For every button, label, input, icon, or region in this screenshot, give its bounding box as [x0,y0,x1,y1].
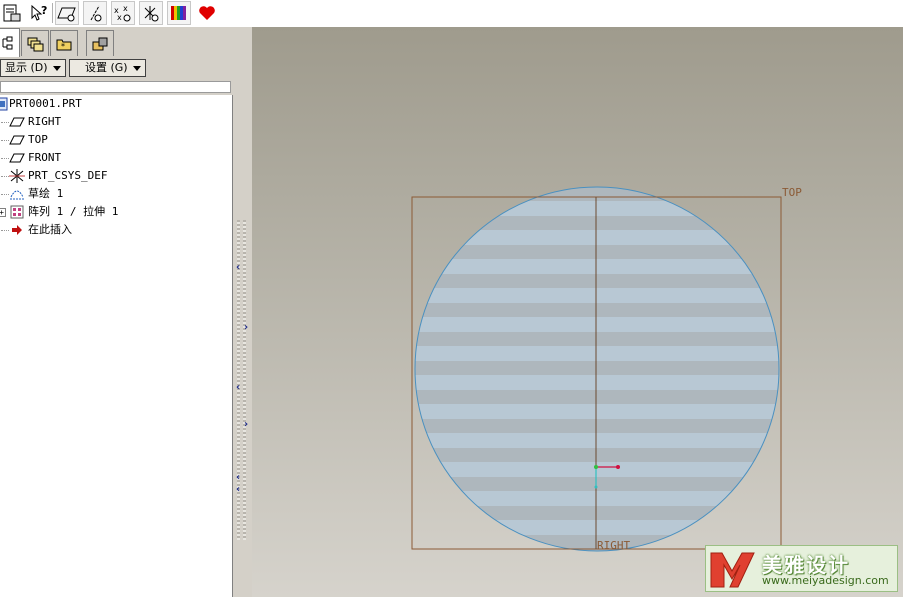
brand-m-logo-icon [710,552,755,588]
navigator-tabs: * [0,27,234,57]
datum-plane-icon [9,133,25,147]
datum-plane-icon [9,151,25,165]
tree-item-pattern[interactable]: + 阵列 1 / 拉伸 1 [0,203,230,221]
folder-browser-tab[interactable]: * [50,30,78,56]
datum-label-right: RIGHT [597,539,630,552]
insert-here-arrow-icon [9,223,25,237]
expand-icon[interactable]: + [0,208,6,217]
chevron-down-icon [133,66,141,71]
svg-text:*: * [61,42,65,51]
svg-text:?: ? [41,4,47,17]
model-tree-tab[interactable] [0,28,20,57]
tree-item-label: FRONT [28,151,62,164]
model-view: TOP RIGHT [411,186,802,552]
show-menu-label: 显示 (D) [5,61,48,74]
settings-menu-label: 设置 (G) [85,61,128,74]
show-menu-button[interactable]: 显示 (D) [0,59,66,77]
splitter-grip[interactable] [243,220,246,540]
tree-item-root[interactable]: PRT0001.PRT [0,95,230,113]
datum-axis-toggle-icon[interactable] [83,1,107,25]
context-help-icon[interactable]: ? [27,1,51,25]
tree-item-label: PRT0001.PRT [9,97,82,110]
svg-text:x: x [123,4,128,13]
datum-plane-icon [9,115,25,129]
navigator-menubar: 显示 (D) 设置 (G) [0,59,234,79]
csys-origin [594,465,598,469]
watermark-logo: 美雅设计 www.meiyadesign.com [705,545,898,592]
datum-plane-toggle-icon[interactable] [55,1,79,25]
settings-menu-button[interactable]: 设置 (G) [69,59,146,77]
tree-item-sketch[interactable]: 草绘 1 [0,185,230,203]
coordinate-system-icon [9,169,25,183]
collapse-left-icon[interactable]: ‹ [236,383,240,393]
chevron-down-icon [53,66,61,71]
csys-z-point [594,485,598,489]
tree-item-csys[interactable]: PRT_CSYS_DEF [0,167,230,185]
cylinder-shading [415,187,779,551]
tree-item-insert-here[interactable]: 在此插入 [0,221,230,239]
appearance-color-icon[interactable] [167,1,191,25]
pattern-icon [9,205,25,219]
tree-filter-input[interactable] [0,81,231,93]
tree-item-label: 阵列 1 / 拉伸 1 [28,205,119,218]
tree-item-label: PRT_CSYS_DEF [28,169,108,182]
graphics-viewport[interactable]: TOP RIGHT [252,27,903,597]
expand-right-icon[interactable]: › [244,420,248,430]
model-display-icon[interactable] [0,1,24,25]
collapse-left-icon[interactable]: ‹ [236,473,240,483]
tree-item-label: RIGHT [28,115,62,128]
collapse-left-icon[interactable]: ‹ [236,263,240,273]
tree-item-front[interactable]: FRONT [0,149,230,167]
model-tree: PRT0001.PRT RIGHT TOP FRONT PRT_CSYS_DEF… [0,95,233,597]
csys-x-point [616,465,620,469]
tree-item-label: TOP [28,133,48,146]
expand-right-icon[interactable]: › [244,323,248,333]
datum-point-toggle-icon[interactable]: xxx [111,1,135,25]
layer-tree-tab[interactable] [21,30,49,56]
svg-text:x: x [117,13,122,22]
navigator-panel: * 显示 (D) 设置 (G) PRT0001.PRT RIGHT TOP FR… [0,27,234,597]
heart-icon[interactable] [195,1,219,25]
tree-item-top[interactable]: TOP [0,131,230,149]
favorites-tab[interactable] [86,30,114,56]
tree-item-label: 在此插入 [28,223,72,236]
datum-label-top: TOP [782,186,802,199]
tree-item-right[interactable]: RIGHT [0,113,230,131]
collapse-left-icon[interactable]: ‹ [236,485,240,495]
sketch-icon [9,187,25,201]
watermark-url: www.meiyadesign.com [762,574,889,587]
tree-item-label: 草绘 1 [28,187,64,200]
coordinate-system-toggle-icon[interactable] [139,1,163,25]
top-toolbar: ? xxx [0,0,903,27]
